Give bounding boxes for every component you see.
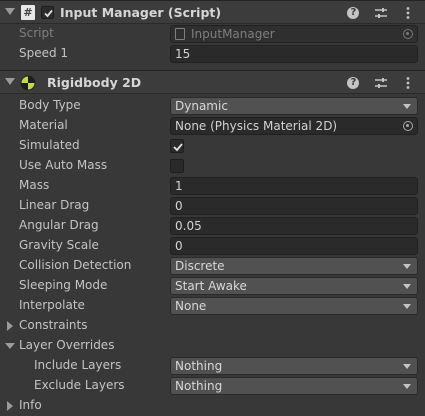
collision-detection-label: Collision Detection	[19, 258, 132, 272]
material-row: Material None (Physics Material 2D)	[0, 116, 425, 136]
simulated-label: Simulated	[19, 138, 80, 152]
include-layers-label: Include Layers	[34, 358, 122, 372]
object-picker-icon[interactable]	[403, 29, 413, 39]
more-icon[interactable]	[401, 76, 415, 90]
angular-drag-label: Angular Drag	[19, 218, 99, 232]
speed-label: Speed 1	[19, 46, 69, 60]
simulated-checkbox[interactable]	[170, 139, 184, 153]
mass-label: Mass	[19, 178, 50, 192]
mass-row: Mass 1	[0, 176, 425, 196]
rigidbody-foldout-icon[interactable]	[5, 78, 15, 85]
mass-input[interactable]: 1	[170, 177, 418, 195]
presets-icon[interactable]	[374, 6, 388, 20]
include-layers-dropdown[interactable]: Nothing	[170, 357, 418, 375]
sleeping-mode-row: Sleeping Mode Start Awake	[0, 276, 425, 296]
chevron-right-icon[interactable]	[7, 321, 13, 331]
gravity-scale-label: Gravity Scale	[19, 238, 99, 252]
speed-row: Speed 1 15	[0, 44, 425, 64]
chevron-right-icon[interactable]	[7, 401, 13, 411]
info-label[interactable]: Info	[19, 398, 42, 412]
presets-icon[interactable]	[374, 76, 388, 90]
chevron-down-icon	[403, 284, 411, 289]
chevron-down-icon	[403, 104, 411, 109]
body-type-value: Dynamic	[175, 99, 228, 113]
object-picker-icon[interactable]	[403, 121, 413, 131]
body-type-dropdown[interactable]: Dynamic	[170, 97, 418, 115]
script-value: InputManager	[191, 27, 275, 41]
rigidbody-header[interactable]: Rigidbody 2D ?	[0, 70, 425, 94]
use-auto-mass-checkbox[interactable]	[170, 159, 184, 173]
script-field[interactable]: InputManager	[170, 25, 418, 43]
layer-overrides-foldout[interactable]: Layer Overrides	[0, 336, 425, 356]
exclude-layers-dropdown[interactable]: Nothing	[170, 377, 418, 395]
script-icon: #	[21, 5, 35, 20]
interpolate-row: Interpolate None	[0, 296, 425, 316]
exclude-layers-row: Exclude Layers Nothing	[0, 376, 425, 396]
material-field[interactable]: None (Physics Material 2D)	[170, 117, 418, 135]
input-manager-header[interactable]: # Input Manager (Script) ?	[0, 0, 425, 24]
help-icon[interactable]: ?	[347, 76, 361, 90]
body-type-row: Body Type Dynamic	[0, 96, 425, 116]
more-icon[interactable]	[401, 6, 415, 20]
interpolate-value: None	[175, 299, 207, 313]
interpolate-dropdown[interactable]: None	[170, 297, 418, 315]
include-layers-value: Nothing	[175, 359, 223, 373]
gravity-scale-input[interactable]: 0	[170, 237, 418, 255]
simulated-row: Simulated	[0, 136, 425, 156]
chevron-down-icon[interactable]	[5, 343, 15, 349]
linear-drag-row: Linear Drag 0	[0, 196, 425, 216]
material-label: Material	[19, 118, 68, 132]
use-auto-mass-row: Use Auto Mass	[0, 156, 425, 176]
collision-detection-dropdown[interactable]: Discrete	[170, 257, 418, 275]
input-manager-enable-checkbox[interactable]	[41, 6, 54, 19]
rigidbody-title: Rigidbody 2D	[47, 75, 142, 90]
script-label: Script	[19, 26, 54, 40]
chevron-down-icon	[403, 304, 411, 309]
input-manager-title: Input Manager (Script)	[60, 5, 222, 20]
material-value: None (Physics Material 2D)	[175, 119, 338, 133]
interpolate-label: Interpolate	[19, 298, 85, 312]
exclude-layers-value: Nothing	[175, 379, 223, 393]
use-auto-mass-label: Use Auto Mass	[19, 158, 108, 172]
angular-drag-row: Angular Drag 0.05	[0, 216, 425, 236]
layer-overrides-label[interactable]: Layer Overrides	[19, 338, 114, 352]
angular-drag-input[interactable]: 0.05	[170, 217, 418, 235]
include-layers-row: Include Layers Nothing	[0, 356, 425, 376]
script-row: Script InputManager	[0, 24, 425, 44]
gravity-scale-row: Gravity Scale 0	[0, 236, 425, 256]
constraints-foldout[interactable]: Constraints	[0, 316, 425, 336]
chevron-down-icon	[403, 384, 411, 389]
help-icon[interactable]: ?	[347, 6, 361, 20]
speed-input[interactable]: 15	[170, 45, 418, 63]
sleeping-mode-dropdown[interactable]: Start Awake	[170, 277, 418, 295]
rigidbody-icon	[20, 75, 36, 91]
file-icon	[175, 28, 185, 40]
collision-detection-value: Discrete	[175, 259, 225, 273]
body-type-label: Body Type	[19, 98, 81, 112]
chevron-down-icon	[403, 264, 411, 269]
exclude-layers-label: Exclude Layers	[34, 378, 125, 392]
info-foldout[interactable]: Info	[0, 396, 425, 416]
linear-drag-input[interactable]: 0	[170, 197, 418, 215]
constraints-label[interactable]: Constraints	[19, 318, 87, 332]
chevron-down-icon	[403, 364, 411, 369]
linear-drag-label: Linear Drag	[19, 198, 90, 212]
sleeping-mode-label: Sleeping Mode	[19, 278, 108, 292]
collision-detection-row: Collision Detection Discrete	[0, 256, 425, 276]
input-manager-foldout-icon[interactable]	[5, 8, 15, 15]
sleeping-mode-value: Start Awake	[175, 279, 247, 293]
